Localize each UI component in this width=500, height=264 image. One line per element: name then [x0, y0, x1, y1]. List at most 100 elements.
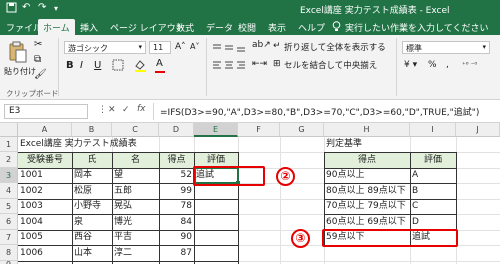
table-cell-id[interactable]: 1006 — [18, 246, 72, 261]
criteria-cell-range[interactable]: 90点以上 — [324, 168, 410, 183]
currency-icon[interactable]: ¥ ▾ — [404, 60, 417, 70]
undo-icon[interactable]: ↶ — [22, 2, 30, 13]
row-header-5[interactable]: 5 — [0, 199, 18, 214]
table-cell-score[interactable]: 52 — [159, 168, 194, 183]
table-cell-id[interactable]: 1005 — [18, 230, 72, 245]
orientation-icon[interactable]: ab↗ — [252, 40, 271, 50]
criteria-title[interactable]: 判定基準 — [324, 137, 364, 152]
bold-button[interactable]: B — [66, 60, 74, 71]
table-cell-grade[interactable] — [194, 215, 238, 230]
table-cell-score[interactable]: 78 — [159, 199, 194, 214]
column-header-c[interactable]: C — [112, 123, 159, 137]
name-box[interactable]: E3 — [4, 104, 88, 119]
table-cell-grade[interactable] — [194, 246, 238, 261]
table-cell-sei[interactable]: 泉 — [72, 215, 112, 230]
table-cell-id[interactable]: 1004 — [18, 215, 72, 230]
table-cell-mei[interactable]: 平吉 — [112, 230, 159, 245]
table-cell-sei[interactable]: 岡本 — [72, 168, 112, 183]
merge-center-button[interactable]: セルを結合して中央揃え — [284, 59, 377, 71]
table-cell-sei[interactable]: 松原 — [72, 184, 112, 199]
align-left-icon[interactable] — [212, 60, 248, 73]
tab-insert[interactable]: 挿入 — [80, 21, 98, 34]
wrap-text-button[interactable]: 折り返して全体を表示する — [284, 41, 386, 53]
table-cell-sei[interactable]: 西谷 — [72, 230, 112, 245]
decimal-icon[interactable]: ⁺⁰ ⁻⁰ — [462, 61, 477, 69]
redo-icon[interactable]: ↷ — [38, 2, 46, 13]
table-cell-id[interactable]: 1001 — [18, 168, 72, 183]
table-cell-mei[interactable]: 五郎 — [112, 184, 159, 199]
column-header-i[interactable]: I — [410, 123, 456, 137]
table-cell-grade[interactable] — [194, 184, 238, 199]
indent-icon[interactable]: ⇤⇥ — [252, 59, 267, 69]
comma-button[interactable]: , — [446, 60, 449, 70]
criteria-cell-grade[interactable]: A — [410, 168, 456, 183]
column-header-d[interactable]: D — [159, 123, 194, 137]
row-header-4[interactable]: 4 — [0, 183, 18, 199]
font-size-select[interactable]: 11 — [149, 41, 171, 54]
header-sei[interactable]: 氏 — [72, 153, 112, 168]
tell-me-box[interactable]: 実行したい作業を入力してください — [345, 21, 488, 34]
tab-file[interactable]: ファイル — [6, 21, 42, 34]
paste-icon[interactable] — [8, 41, 28, 66]
borders-icon[interactable] — [112, 59, 124, 74]
table-cell-grade[interactable] — [194, 199, 238, 214]
number-format-select[interactable]: 標準 ▾ — [402, 41, 490, 54]
table-cell-id[interactable]: 1002 — [18, 184, 72, 199]
row-header-6[interactable]: 6 — [0, 214, 18, 230]
save-icon[interactable] — [6, 2, 17, 16]
column-header-b[interactable]: B — [72, 123, 112, 137]
row-header-2[interactable]: 2 — [0, 152, 18, 168]
criteria-cell-grade[interactable]: B — [410, 184, 456, 199]
header-mei[interactable]: 名 — [112, 153, 159, 168]
header-score[interactable]: 得点 — [159, 153, 194, 168]
column-header-a[interactable]: A — [18, 123, 72, 137]
column-header-h[interactable]: H — [324, 123, 410, 137]
row-header-3[interactable]: 3 — [0, 168, 18, 183]
criteria-cell-range[interactable]: 60点以上 69点以下 — [324, 215, 410, 230]
table-cell-mei[interactable]: 晃弘 — [112, 199, 159, 214]
table-cell-grade[interactable] — [194, 230, 238, 245]
table-cell-sei[interactable]: 山本 — [72, 246, 112, 261]
insert-function-button[interactable]: fx — [137, 104, 146, 114]
underline-button[interactable]: U — [94, 60, 101, 71]
column-header-f[interactable]: F — [238, 123, 280, 137]
header-id[interactable]: 受験番号 — [18, 153, 72, 168]
tab-data[interactable]: データ — [206, 21, 233, 34]
tab-formulas[interactable]: 数式 — [176, 21, 194, 34]
sheet-title[interactable]: Excel講座 実力テスト成績表 — [18, 137, 139, 152]
align-top-icon[interactable] — [212, 43, 248, 56]
row-header-1[interactable]: 1 — [0, 137, 18, 152]
tab-help[interactable]: ヘルプ — [298, 21, 325, 34]
decrease-font-icon[interactable]: A˅ — [190, 42, 199, 51]
format-painter-icon[interactable]: 🖌 — [34, 69, 47, 80]
criteria-cell-range[interactable]: 70点以上 79点以下 — [324, 199, 410, 214]
select-all-corner[interactable] — [0, 123, 18, 137]
row-header-7[interactable]: 7 — [0, 230, 18, 245]
font-color-icon[interactable]: A — [156, 58, 163, 69]
cut-icon[interactable]: ✂ — [34, 39, 42, 50]
dropdown-icon[interactable]: ▾ — [54, 4, 58, 13]
copy-icon[interactable]: ⧉ — [34, 54, 41, 65]
criteria-header-grade[interactable]: 評価 — [410, 153, 456, 168]
table-cell-score[interactable]: 87 — [159, 246, 194, 261]
wrap-text-icon[interactable]: ↵ — [273, 41, 281, 51]
table-cell-sei[interactable]: 小野寺 — [72, 199, 112, 214]
table-cell-score[interactable]: 99 — [159, 184, 194, 199]
increase-font-icon[interactable]: A˄ — [175, 42, 186, 52]
table-cell-mei[interactable]: 博光 — [112, 215, 159, 230]
table-cell-mei[interactable]: 淳二 — [112, 246, 159, 261]
italic-button[interactable]: I — [80, 60, 83, 71]
criteria-header-score[interactable]: 得点 — [324, 153, 410, 168]
criteria-cell-grade[interactable]: C — [410, 199, 456, 214]
formula-input[interactable]: =IFS(D3>=90,"A",D3>=80,"B",D3>=70,"C",D3… — [160, 105, 479, 118]
row-header-8[interactable]: 8 — [0, 245, 18, 261]
tab-review[interactable]: 校閲 — [238, 21, 256, 34]
percent-button[interactable]: % — [428, 60, 437, 70]
tab-page-layout[interactable]: ページ レイアウト — [110, 21, 185, 34]
cancel-button[interactable]: ✕ — [108, 105, 116, 115]
fill-color-icon[interactable] — [134, 59, 147, 75]
paste-button[interactable]: 貼り付け — [4, 66, 36, 77]
enter-button[interactable]: ✓ — [122, 105, 130, 115]
tab-view[interactable]: 表示 — [268, 21, 286, 34]
table-cell-score[interactable]: 84 — [159, 215, 194, 230]
